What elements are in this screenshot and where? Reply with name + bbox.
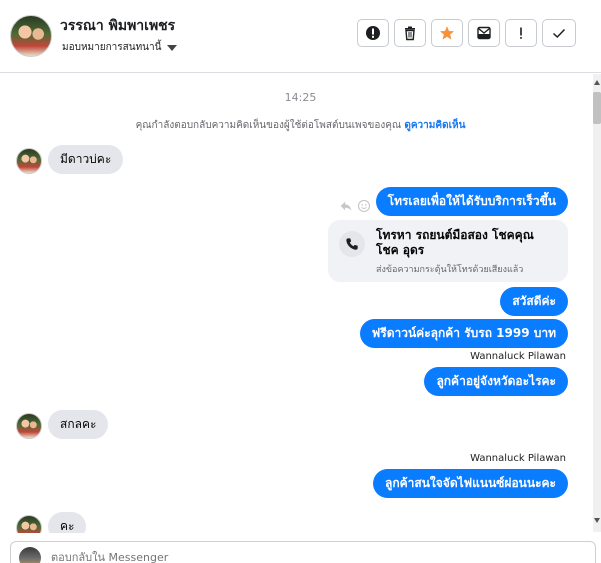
outgoing-message[interactable]: ลูกค้าสนใจจัดไฟแนนซ์ผ่อนนะคะ <box>372 469 568 498</box>
outgoing-message[interactable]: โทรเลยเพื่อให้ได้รับบริการเร็วขึ้น <box>375 187 568 216</box>
message-actions <box>339 199 371 213</box>
report-spam-button[interactable] <box>357 19 389 47</box>
message-thread[interactable]: 14:25 คุณกำลังตอบกลับความคิดเห็นของผู้ใช… <box>0 73 601 533</box>
outgoing-message[interactable]: ลูกค้าอยู่จังหวัดอะไรคะ <box>424 367 568 396</box>
archive-mail-icon <box>477 26 491 40</box>
contact-avatar-small <box>16 515 42 533</box>
assign-label: มอบหมายการสนทนานี้ <box>62 42 162 53</box>
thread-scrollbar[interactable] <box>593 74 601 532</box>
incoming-message[interactable]: คะ <box>48 512 87 533</box>
outgoing-message[interactable]: สวัสดีค่ะ <box>500 287 568 316</box>
sender-name: Wannaluck Pilawan <box>470 351 566 362</box>
contact-avatar-small <box>16 413 42 439</box>
page-avatar <box>19 547 41 563</box>
delete-button[interactable] <box>394 19 426 47</box>
message-timestamp: 14:25 <box>284 91 317 104</box>
scroll-down-arrow-icon[interactable] <box>594 518 600 523</box>
reply-input[interactable] <box>49 550 453 563</box>
exclamation-icon <box>520 27 522 39</box>
contact-avatar-small <box>16 148 42 174</box>
scroll-up-arrow-icon[interactable] <box>594 80 600 85</box>
incoming-message[interactable]: มีดาวบ่คะ <box>48 145 124 174</box>
conversation-header: วรรณา พิมพาเพชร มอบหมายการสนทนานี้ <box>0 0 601 73</box>
move-to-done-button[interactable] <box>468 19 500 47</box>
call-card-title: โทรหา รถยนต์มือสอง โชคคุณ โชค อุดร <box>376 228 534 257</box>
message-composer <box>10 541 596 563</box>
contact-name[interactable]: วรรณา พิมพาเพชร <box>60 15 175 37</box>
conversation-panel: วรรณา พิมพาเพชร มอบหมายการสนทนานี้ 14:25… <box>0 0 601 563</box>
check-icon <box>552 28 566 39</box>
star-icon <box>440 26 454 40</box>
call-card-subtitle: ส่งข้อความกระตุ้นให้โทรด้วยเสียงแล้ว <box>376 265 524 275</box>
alert-circle-icon <box>366 26 380 40</box>
sender-name: Wannaluck Pilawan <box>470 453 566 464</box>
mark-done-button[interactable] <box>542 19 576 47</box>
mark-important-button[interactable] <box>505 19 537 47</box>
reply-icon[interactable] <box>339 199 353 213</box>
incoming-message[interactable]: สกลคะ <box>48 410 109 439</box>
scrollbar-thumb[interactable] <box>593 92 601 124</box>
phone-icon <box>346 238 358 250</box>
notice-text: คุณกำลังตอบกลับความคิดเห็นของผู้ใช้ต่อโพ… <box>135 120 402 131</box>
caret-down-icon <box>167 44 178 51</box>
call-request-card[interactable]: โทรหา รถยนต์มือสอง โชคคุณ โชค อุดร ส่งข้… <box>328 220 568 282</box>
comment-reply-notice: คุณกำลังตอบกลับความคิดเห็นของผู้ใช้ต่อโพ… <box>0 118 601 133</box>
header-actions <box>357 19 576 47</box>
trash-icon <box>405 26 415 41</box>
assign-conversation-dropdown[interactable]: มอบหมายการสนทนานี้ <box>62 40 178 55</box>
phone-icon-wrapper <box>339 231 365 257</box>
outgoing-message[interactable]: ฟรีดาวน์ค่ะลุกค้า รับรถ 1999 บาท <box>359 319 568 348</box>
react-emoji-icon[interactable] <box>357 199 371 213</box>
star-button[interactable] <box>431 19 463 47</box>
view-comment-link[interactable]: ดูความคิดเห็น <box>404 120 465 131</box>
contact-avatar[interactable] <box>10 15 52 57</box>
